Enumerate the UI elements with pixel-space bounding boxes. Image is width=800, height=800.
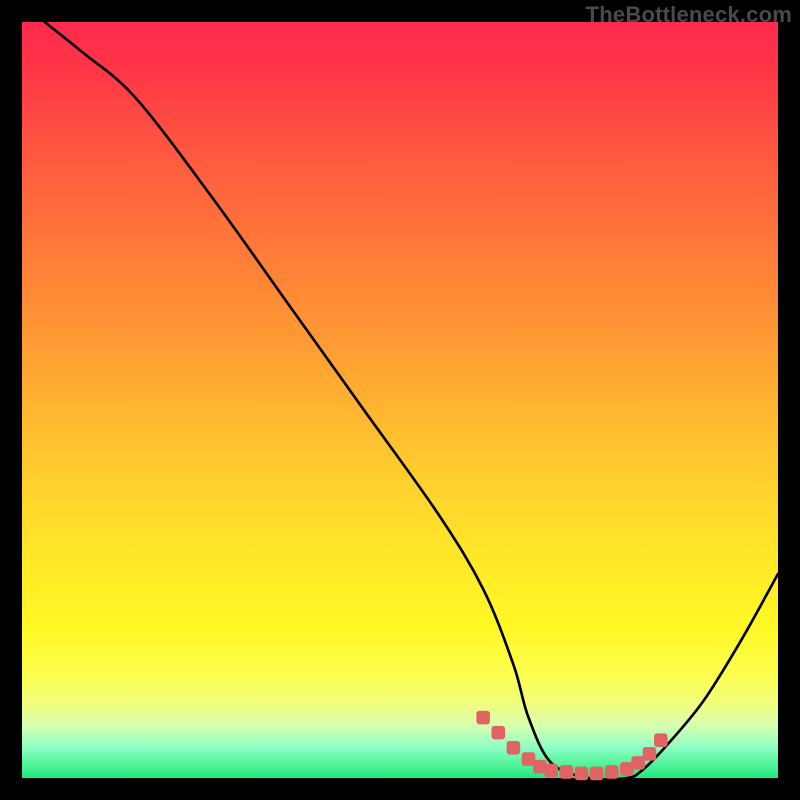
bottleneck-curve-line xyxy=(45,22,778,779)
optimal-dot xyxy=(491,726,505,740)
optimal-dot xyxy=(507,741,521,755)
plot-area xyxy=(22,22,778,778)
optimal-dot xyxy=(643,747,657,761)
optimal-dot xyxy=(605,765,619,779)
chart-outer: TheBottleneck.com xyxy=(0,0,800,800)
optimal-dot xyxy=(575,767,589,781)
optimal-dot xyxy=(590,767,604,781)
optimal-dots-group xyxy=(476,711,667,781)
watermark-text: TheBottleneck.com xyxy=(586,2,792,28)
chart-svg xyxy=(22,22,778,778)
optimal-dot xyxy=(560,765,574,779)
optimal-dot xyxy=(654,733,668,747)
optimal-dot xyxy=(476,711,490,725)
optimal-dot xyxy=(544,764,558,778)
